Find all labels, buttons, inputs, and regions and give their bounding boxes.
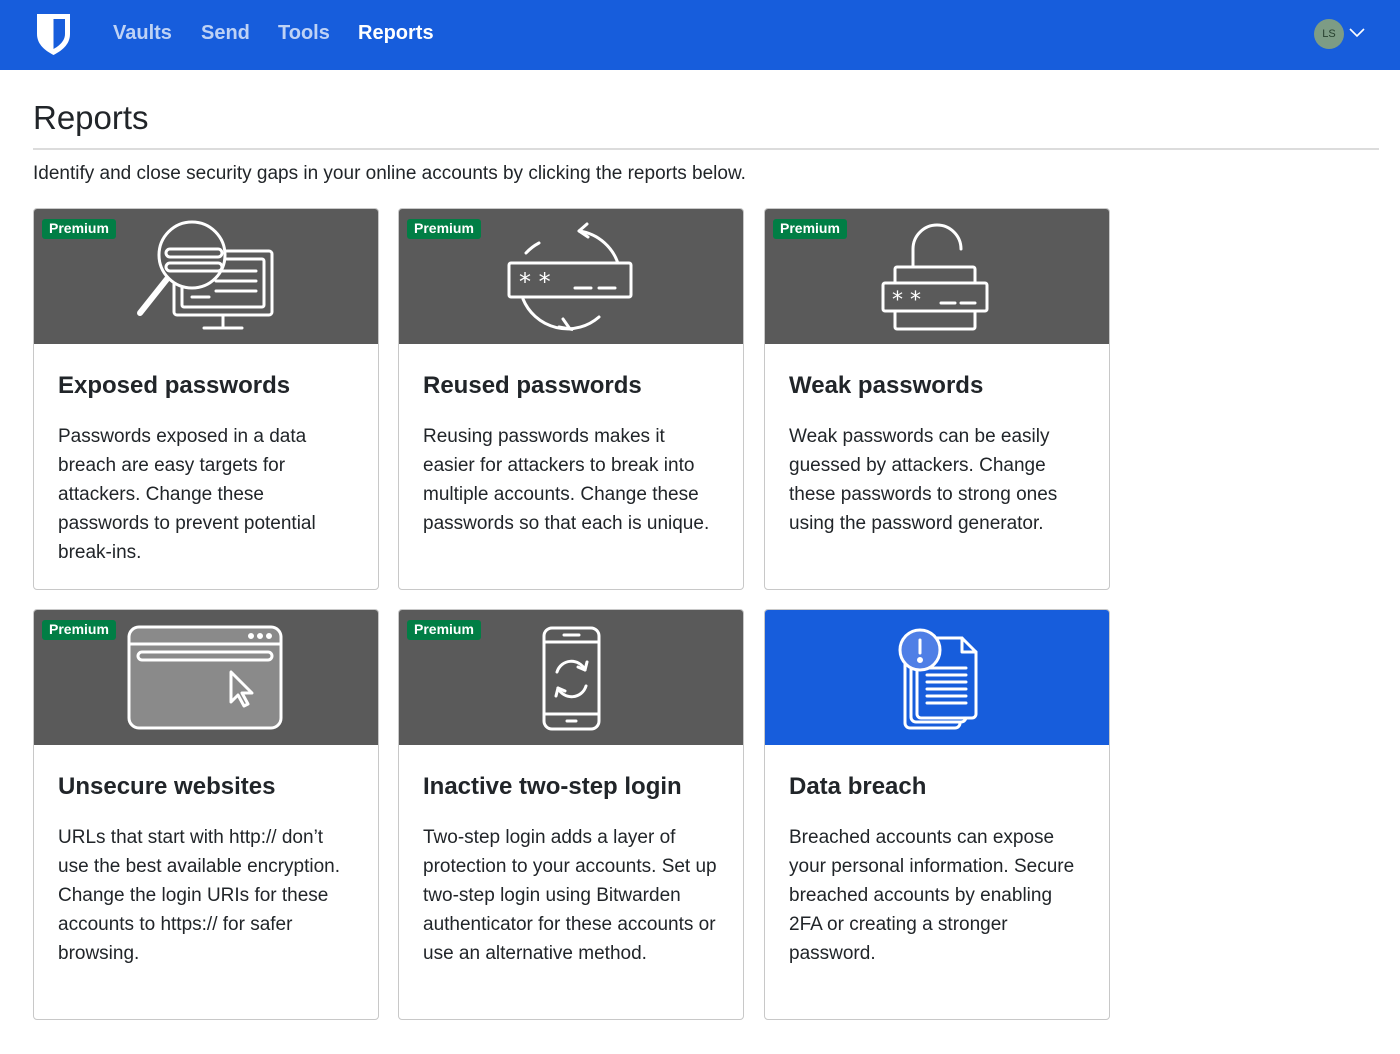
weak-passwords-icon: * * <box>881 223 989 331</box>
card-banner: Premium <box>399 610 743 745</box>
report-card-weak-passwords[interactable]: Premium * * Weak passwords Weak password… <box>764 208 1110 590</box>
reused-passwords-icon: * * <box>507 222 633 332</box>
report-card-reused-passwords[interactable]: Premium * * Reused passwords Reusing pas… <box>398 208 744 590</box>
page-title: Reports <box>33 99 149 136</box>
exposed-passwords-icon <box>137 220 274 330</box>
nav-vaults[interactable]: Vaults <box>113 22 172 45</box>
card-title: Weak passwords <box>789 372 984 399</box>
card-description: Reusing passwords makes it easier for at… <box>423 426 710 534</box>
chevron-down-icon[interactable] <box>1349 28 1365 38</box>
card-title: Reused passwords <box>423 372 642 399</box>
card-banner <box>765 610 1109 745</box>
nav-reports[interactable]: Reports <box>358 22 434 45</box>
card-title: Data breach <box>789 773 927 800</box>
avatar[interactable]: LS <box>1314 19 1344 49</box>
card-description: Weak passwords can be easily guessed by … <box>789 426 1058 534</box>
card-banner: Premium <box>34 209 378 344</box>
card-description: URLs that start with http:// don’t use t… <box>58 827 341 964</box>
report-card-exposed-passwords[interactable]: Premium Exposed passwords Passwords expo… <box>33 208 379 590</box>
report-card-unsecure-websites[interactable]: Premium Unsecure websites URLs that star… <box>33 609 379 1020</box>
card-banner: Premium <box>34 610 378 745</box>
svg-text:* *: * * <box>519 268 551 296</box>
data-breach-icon <box>898 628 978 730</box>
card-description: Passwords exposed in a data breach are e… <box>58 426 316 563</box>
card-banner: Premium * * <box>399 209 743 344</box>
svg-text:* *: * * <box>892 288 921 313</box>
card-title: Unsecure websites <box>58 773 276 800</box>
report-card-data-breach[interactable]: Data breach Breached accounts can expose… <box>764 609 1110 1020</box>
unsecure-websites-icon <box>127 625 283 730</box>
top-navbar: Vaults Send Tools Reports LS <box>0 0 1400 70</box>
card-description: Two-step login adds a layer of protectio… <box>423 827 717 964</box>
nav-tools[interactable]: Tools <box>278 22 330 45</box>
inactive-two-step-icon <box>542 626 601 731</box>
bitwarden-logo-icon[interactable] <box>35 12 72 56</box>
title-divider <box>33 148 1379 150</box>
report-card-inactive-two-step-login[interactable]: Premium Inactive two-step login Two-step… <box>398 609 744 1020</box>
card-banner: Premium * * <box>765 209 1109 344</box>
nav-send[interactable]: Send <box>201 22 250 45</box>
page-description: Identify and close security gaps in your… <box>33 163 746 184</box>
card-title: Inactive two-step login <box>423 773 682 800</box>
card-title: Exposed passwords <box>58 372 291 399</box>
card-description: Breached accounts can expose your person… <box>789 827 1075 964</box>
